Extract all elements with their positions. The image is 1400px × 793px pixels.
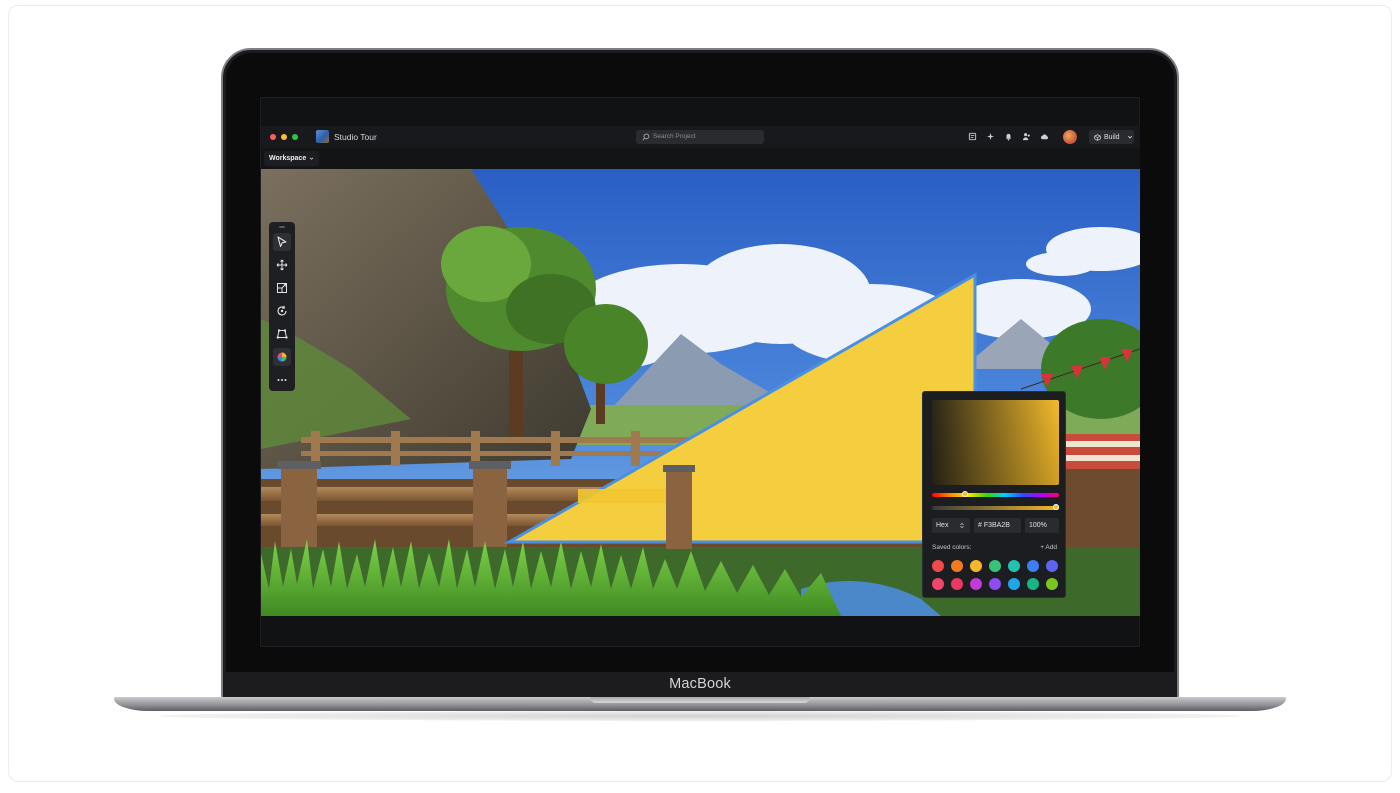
build-button[interactable]: Build: [1089, 130, 1134, 144]
title-bar: Studio Tour Search Project Build: [261, 126, 1140, 148]
workspace-label: Workspace: [269, 155, 307, 162]
search-icon: [642, 133, 650, 141]
chevron-down-icon: [309, 157, 314, 160]
title-bar-actions: [967, 131, 1049, 141]
opacity-input[interactable]: 100%: [1025, 518, 1059, 533]
saved-color-swatch[interactable]: [1027, 578, 1039, 590]
window-controls: [270, 134, 298, 140]
cloud-icon[interactable]: [1039, 131, 1049, 141]
move-tool-icon: [276, 259, 288, 271]
hue-slider[interactable]: [932, 491, 1059, 497]
more-icon: [277, 379, 287, 381]
workspace-menu[interactable]: Workspace: [264, 151, 320, 166]
color-tool-icon: [277, 352, 287, 362]
saved-color-swatch[interactable]: [951, 578, 963, 590]
user-avatar[interactable]: [1063, 130, 1077, 144]
saved-color-swatch[interactable]: [989, 560, 1001, 572]
close-window-button[interactable]: [270, 134, 276, 140]
cube-icon: [1094, 133, 1101, 141]
saturation-brightness-area[interactable]: [932, 400, 1059, 485]
color-tool-button[interactable]: [273, 348, 291, 366]
menu-bar: Workspace: [261, 148, 1140, 169]
saved-color-swatch[interactable]: [1027, 560, 1039, 572]
front-post: [666, 469, 692, 549]
rotate-tool-icon: [277, 305, 287, 316]
search-project-input[interactable]: Search Project: [636, 130, 764, 144]
ramp-highlight-step: [578, 489, 668, 503]
saved-colors-label: Saved colors:: [932, 544, 972, 551]
transform-tool-button[interactable]: [273, 325, 291, 343]
notes-icon[interactable]: [967, 131, 977, 141]
build-label: Build: [1104, 133, 1120, 141]
saved-color-swatch[interactable]: [932, 560, 944, 572]
zoom-window-button[interactable]: [292, 134, 298, 140]
more-tools-button[interactable]: [273, 371, 291, 389]
opacity-slider[interactable]: [932, 504, 1059, 510]
move-tool-button[interactable]: [273, 256, 291, 274]
scene-viewport[interactable]: Hex # F3BA2B 100% Saved colors: + Add: [261, 169, 1140, 616]
studio-app-window: Studio Tour Search Project Build Workspa…: [261, 126, 1140, 616]
scale-tool-icon: [277, 283, 287, 293]
saved-color-swatch[interactable]: [970, 578, 982, 590]
rotate-tool-button[interactable]: [273, 302, 291, 320]
color-format-select[interactable]: Hex: [932, 518, 970, 533]
scale-tool-button[interactable]: [273, 279, 291, 297]
sparkle-icon[interactable]: [985, 131, 995, 141]
color-format-value: Hex: [936, 522, 949, 529]
add-color-button[interactable]: + Add: [1040, 544, 1057, 551]
transform-tool-icon: [276, 329, 288, 339]
tool-palette-grip[interactable]: [279, 226, 285, 228]
minimize-window-button[interactable]: [281, 134, 287, 140]
chevron-updown-icon: [960, 522, 964, 529]
laptop-notch: [590, 697, 810, 703]
saved-color-swatch[interactable]: [989, 578, 1001, 590]
saved-colors-grid: [932, 560, 1060, 590]
project-thumbnail-icon: [316, 130, 329, 143]
bell-icon[interactable]: [1003, 131, 1013, 141]
people-icon[interactable]: [1021, 131, 1031, 141]
opacity-slider-knob[interactable]: [1053, 504, 1059, 510]
saved-color-swatch[interactable]: [1008, 560, 1020, 572]
window-title: Studio Tour: [334, 132, 377, 142]
saved-color-swatch[interactable]: [1008, 578, 1020, 590]
saved-color-swatch[interactable]: [970, 560, 982, 572]
laptop-brand-label: MacBook: [669, 676, 731, 692]
laptop-shadow: [160, 711, 1240, 721]
select-tool-button[interactable]: [273, 233, 291, 251]
select-tool-icon: [277, 236, 287, 248]
saved-color-swatch[interactable]: [932, 578, 944, 590]
chevron-down-icon: [1127, 135, 1132, 139]
saved-color-swatch[interactable]: [1046, 560, 1058, 572]
search-placeholder: Search Project: [653, 133, 696, 140]
color-picker-panel: Hex # F3BA2B 100% Saved colors: + Add: [922, 391, 1066, 598]
saved-color-swatch[interactable]: [951, 560, 963, 572]
tool-palette: [269, 222, 295, 391]
hex-value-input[interactable]: # F3BA2B: [974, 518, 1021, 533]
saved-color-swatch[interactable]: [1046, 578, 1058, 590]
hue-slider-knob[interactable]: [962, 491, 969, 497]
